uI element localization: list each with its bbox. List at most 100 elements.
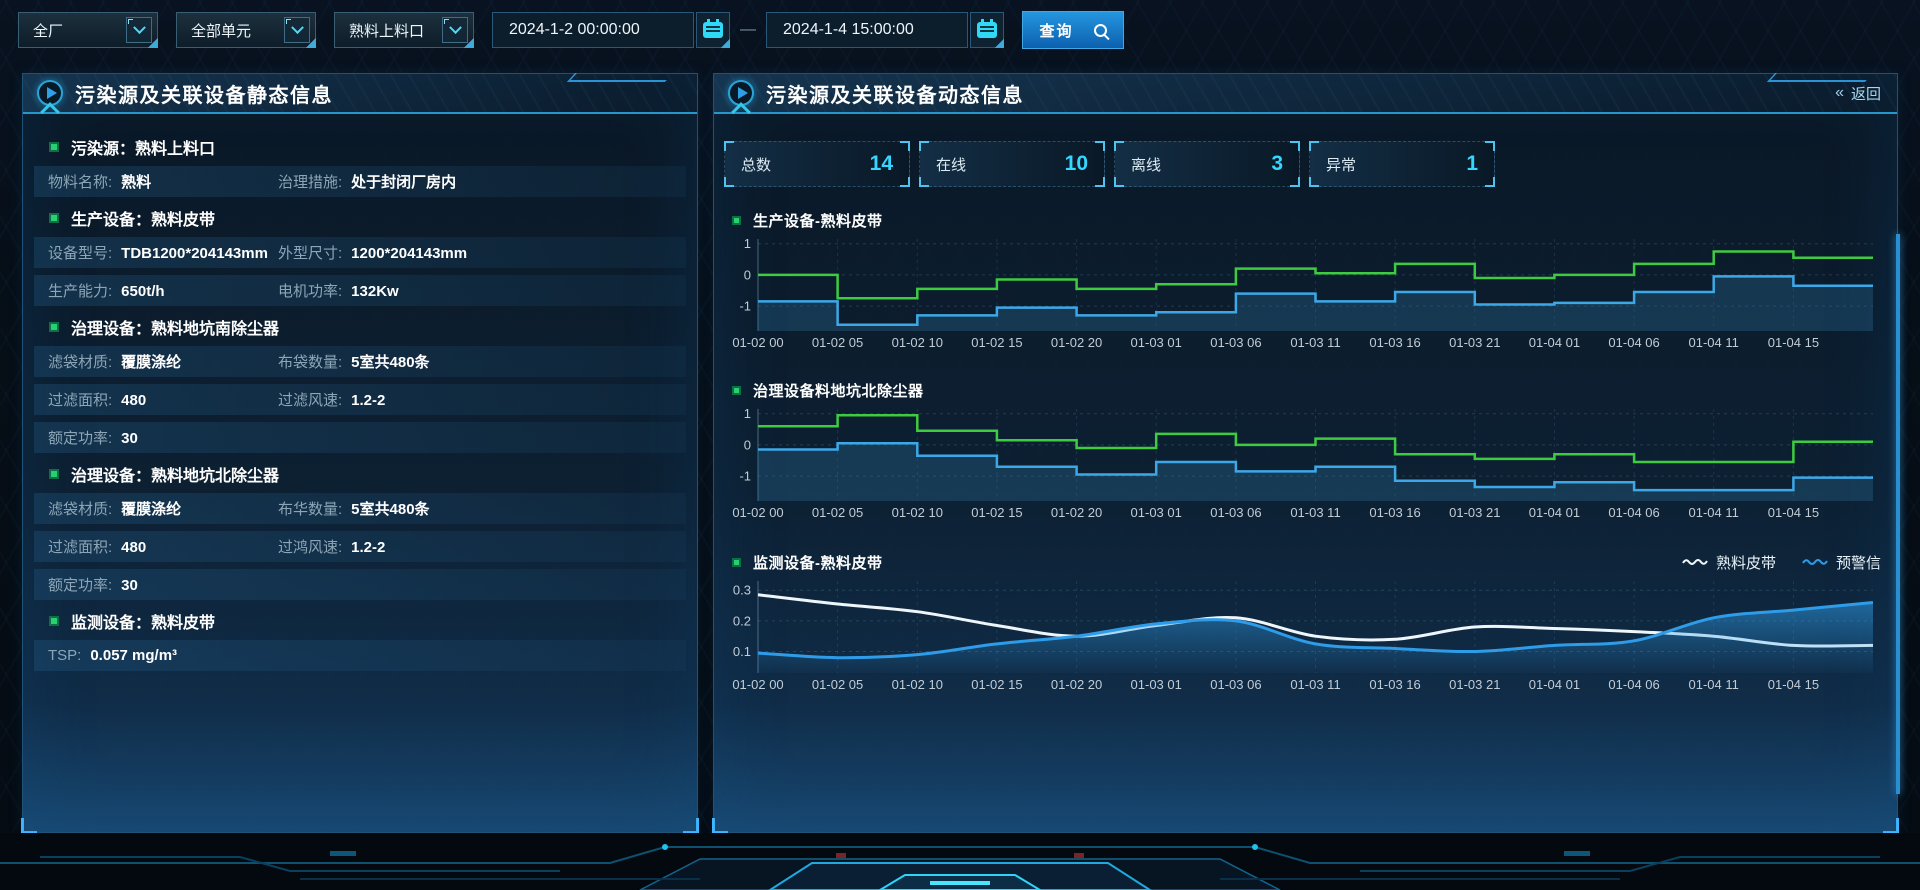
chart-legend: 熟料皮带 预警信 bbox=[1682, 552, 1883, 573]
svg-text:01-04 01: 01-04 01 bbox=[1529, 335, 1580, 350]
svg-text:01-03 11: 01-03 11 bbox=[1290, 505, 1340, 520]
svg-text:01-03 06: 01-03 06 bbox=[1210, 335, 1261, 350]
svg-text:01-03 11: 01-03 11 bbox=[1290, 335, 1340, 350]
plant-select[interactable]: 全厂 bbox=[18, 12, 158, 48]
info-row: 物料名称:熟料 治理措施:处于封闭厂房内 bbox=[34, 166, 686, 197]
svg-text:0.2: 0.2 bbox=[733, 613, 751, 628]
treatment-device-chart: 10-101-02 0001-02 0501-02 1001-02 1501-0… bbox=[728, 403, 1879, 523]
svg-text:01-04 15: 01-04 15 bbox=[1768, 677, 1819, 692]
back-button[interactable]: « 返回 bbox=[1835, 74, 1881, 112]
calendar-icon bbox=[977, 22, 997, 38]
svg-text:01-04 01: 01-04 01 bbox=[1529, 677, 1580, 692]
svg-text:01-03 21: 01-03 21 bbox=[1449, 505, 1500, 520]
svg-text:01-02 05: 01-02 05 bbox=[812, 505, 863, 520]
svg-text:01-04 11: 01-04 11 bbox=[1689, 677, 1739, 692]
svg-text:01-04 15: 01-04 15 bbox=[1768, 335, 1819, 350]
end-date-calendar-button[interactable] bbox=[970, 12, 1004, 48]
svg-text:01-02 00: 01-02 00 bbox=[732, 505, 783, 520]
field-value: 0.057 mg/m³ bbox=[90, 647, 177, 664]
static-panel-header: 污染源及关联设备静态信息 bbox=[23, 74, 697, 114]
svg-text:01-02 05: 01-02 05 bbox=[812, 677, 863, 692]
svg-text:01-02 20: 01-02 20 bbox=[1051, 335, 1102, 350]
panel-corner-accent bbox=[683, 818, 699, 834]
svg-text:01-04 01: 01-04 01 bbox=[1529, 505, 1580, 520]
field-label: 布袋数量: bbox=[278, 354, 342, 371]
stat-card-offline: 离线 3 bbox=[1114, 141, 1300, 187]
field-label: TSP: bbox=[48, 647, 81, 664]
svg-text:0: 0 bbox=[744, 267, 751, 282]
dynamic-info-panel: 污染源及关联设备动态信息 « 返回 总数 14 在线 10 离线 3 bbox=[713, 73, 1898, 833]
stat-label: 在线 bbox=[936, 154, 966, 175]
field-value: 480 bbox=[121, 392, 146, 409]
info-row: 额定功率:30 bbox=[34, 422, 686, 453]
chevron-down-icon bbox=[126, 17, 152, 43]
pollution-source-select-value: 熟料上料口 bbox=[349, 20, 424, 41]
start-date-input[interactable]: 2024-1-2 00:00:00 bbox=[492, 12, 694, 48]
group-heading-pollution-source: 污染源：熟料上料口 bbox=[34, 135, 686, 159]
chart-block-treatment-device: 治理设备料地坑北除尘器 10-101-02 0001-02 0501-02 10… bbox=[728, 377, 1883, 523]
end-date-input[interactable]: 2024-1-4 15:00:00 bbox=[766, 12, 968, 48]
field-label: 过滤风速: bbox=[278, 392, 342, 409]
date-range: 2024-1-2 00:00:00 — bbox=[492, 12, 748, 48]
svg-text:1: 1 bbox=[744, 406, 751, 421]
svg-text:01-02 10: 01-02 10 bbox=[892, 335, 943, 350]
legend-item-warning[interactable]: 预警信 bbox=[1802, 552, 1881, 573]
legend-item-clinker-belt[interactable]: 熟料皮带 bbox=[1682, 552, 1776, 573]
svg-text:01-03 21: 01-03 21 bbox=[1449, 677, 1500, 692]
svg-text:01-03 16: 01-03 16 bbox=[1369, 505, 1420, 520]
chart-title: 治理设备料地坑北除尘器 bbox=[753, 380, 924, 401]
svg-text:01-02 10: 01-02 10 bbox=[892, 677, 943, 692]
query-button-label: 查询 bbox=[1039, 20, 1073, 41]
field-label: 额定功率: bbox=[48, 577, 112, 594]
field-label: 过鸿风速: bbox=[278, 539, 342, 556]
green-square-icon bbox=[49, 322, 59, 332]
svg-text:01-02 05: 01-02 05 bbox=[812, 335, 863, 350]
field-label: 布华数量: bbox=[278, 501, 342, 518]
svg-text:01-03 21: 01-03 21 bbox=[1449, 335, 1500, 350]
field-label: 过滤面积: bbox=[48, 539, 112, 556]
green-square-icon bbox=[49, 469, 59, 479]
date-range-end: 2024-1-4 15:00:00 bbox=[766, 12, 1004, 48]
green-square-icon bbox=[732, 386, 741, 395]
svg-text:01-03 01: 01-03 01 bbox=[1131, 505, 1182, 520]
field-value: 覆膜涤纶 bbox=[121, 501, 181, 518]
topbar: 全厂 全部单元 熟料上料口 2024-1-2 00:00:00 — 2024-1… bbox=[0, 0, 1920, 60]
svg-text:01-04 15: 01-04 15 bbox=[1768, 505, 1819, 520]
pollution-source-select[interactable]: 熟料上料口 bbox=[334, 12, 474, 48]
panel-corner-accent bbox=[712, 818, 728, 834]
stat-value: 1 bbox=[1466, 152, 1478, 176]
unit-select[interactable]: 全部单元 bbox=[176, 12, 316, 48]
footer-decoration bbox=[0, 833, 1920, 890]
field-value: 132Kw bbox=[351, 283, 399, 300]
stat-value: 14 bbox=[870, 152, 893, 176]
field-value: 处于封闭厂房内 bbox=[351, 174, 456, 191]
svg-text:0.3: 0.3 bbox=[733, 583, 751, 598]
static-info-panel: 污染源及关联设备静态信息 污染源：熟料上料口 物料名称:熟料 治理措施:处于封闭… bbox=[22, 73, 698, 833]
field-label: 治理措施: bbox=[278, 174, 342, 191]
field-label: 生产能力: bbox=[48, 283, 112, 300]
svg-text:-1: -1 bbox=[739, 299, 751, 314]
info-row: 滤袋材质:覆膜涤纶 布华数量:5室共480条 bbox=[34, 493, 686, 524]
stat-card-online: 在线 10 bbox=[919, 141, 1105, 187]
svg-text:01-03 06: 01-03 06 bbox=[1210, 505, 1261, 520]
svg-text:01-03 01: 01-03 01 bbox=[1131, 677, 1182, 692]
stat-value: 3 bbox=[1271, 152, 1283, 176]
svg-text:01-04 06: 01-04 06 bbox=[1608, 335, 1659, 350]
start-date-calendar-button[interactable] bbox=[696, 12, 730, 48]
svg-text:01-02 20: 01-02 20 bbox=[1051, 505, 1102, 520]
static-info-body: 污染源：熟料上料口 物料名称:熟料 治理措施:处于封闭厂房内 生产设备：熟料皮带… bbox=[23, 114, 697, 671]
plant-select-value: 全厂 bbox=[33, 20, 63, 41]
monitor-device-chart: 0.30.20.101-02 0001-02 0501-02 1001-02 1… bbox=[728, 575, 1879, 695]
group-heading-treatment-device-south: 治理设备：熟料地坑南除尘器 bbox=[34, 315, 686, 339]
field-label: 设备型号: bbox=[48, 245, 112, 262]
query-button[interactable]: 查询 bbox=[1022, 11, 1124, 49]
field-label: 滤袋材质: bbox=[48, 354, 112, 371]
svg-text:01-03 16: 01-03 16 bbox=[1369, 677, 1420, 692]
field-label: 物料名称: bbox=[48, 174, 112, 191]
svg-text:0.1: 0.1 bbox=[733, 644, 751, 659]
svg-text:1: 1 bbox=[744, 236, 751, 251]
production-device-chart: 10-101-02 0001-02 0501-02 1001-02 1501-0… bbox=[728, 233, 1879, 353]
svg-text:01-03 06: 01-03 06 bbox=[1210, 677, 1261, 692]
field-value: 30 bbox=[121, 577, 138, 594]
svg-text:01-02 15: 01-02 15 bbox=[971, 677, 1022, 692]
